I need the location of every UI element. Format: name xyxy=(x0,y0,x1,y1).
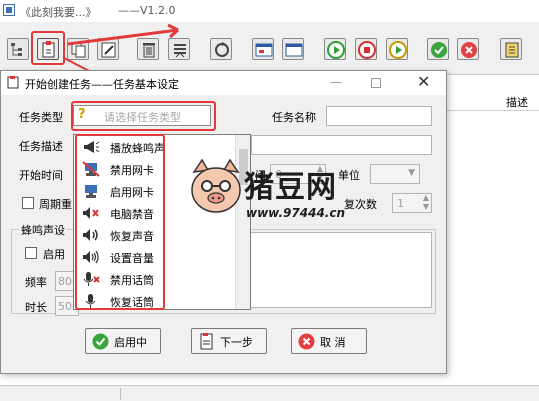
maximize-button[interactable] xyxy=(371,78,381,88)
task-type-label: 任务类型 xyxy=(19,111,63,124)
task-name-input[interactable] xyxy=(326,106,432,126)
beep-group-label: 蜂鸣声设 xyxy=(19,222,67,238)
pig-logo-icon xyxy=(191,158,241,213)
repeat-input[interactable]: 1 ▲ ▼ xyxy=(392,193,432,213)
close-button[interactable]: ✕ xyxy=(417,72,430,91)
grid-divider xyxy=(445,110,539,111)
task-type-select[interactable]: ? 请选择任务类型 xyxy=(73,105,211,126)
option-restore-sound[interactable]: 恢复声音 xyxy=(80,225,230,247)
option-disable-mic[interactable]: 禁用话筒 xyxy=(80,269,230,291)
question-icon: ? xyxy=(78,107,86,122)
unit-select[interactable]: ▼ xyxy=(370,164,420,184)
minimize-button[interactable]: — xyxy=(329,75,343,89)
status-bar xyxy=(0,385,539,401)
document-next-icon xyxy=(200,333,213,350)
task-name-label: 任务名称 xyxy=(272,111,316,124)
freq-label: 频率 xyxy=(25,276,47,289)
dialog-titlebar: 开始创建任务——任务基本设定 — ✕ xyxy=(1,71,446,95)
periodic-checkbox[interactable] xyxy=(22,197,34,209)
periodic-label: 周期重 xyxy=(39,198,72,211)
beep-enable-checkbox[interactable] xyxy=(25,247,37,259)
network-enabled-icon xyxy=(85,185,97,198)
next-button[interactable]: 下一步 xyxy=(191,328,267,354)
beep-text-area[interactable] xyxy=(237,232,432,308)
mic-disabled-icon xyxy=(83,272,100,286)
option-set-volume[interactable]: 设置音量 xyxy=(80,247,230,269)
chevron-down-icon: ▼ xyxy=(408,168,415,178)
repeat-spinner[interactable]: ▲ ▼ xyxy=(423,193,429,211)
cancel-circle-icon xyxy=(298,333,315,350)
dialog-title: 开始创建任务——任务基本设定 xyxy=(25,78,179,91)
duration-label: 时长 xyxy=(25,301,47,314)
cancel-button[interactable]: 取 消 xyxy=(291,328,367,354)
network-disabled-icon xyxy=(82,161,100,177)
option-restore-mic[interactable]: 恢复话筒 xyxy=(80,291,230,313)
repeat-value: 1 xyxy=(397,197,404,210)
mic-icon xyxy=(85,294,96,308)
check-circle-icon xyxy=(92,333,109,350)
volume-icon xyxy=(83,250,99,264)
status-separator xyxy=(120,388,121,400)
speaker-mute-icon xyxy=(83,207,99,219)
megaphone-icon xyxy=(84,141,100,153)
dialog-icon xyxy=(7,76,19,89)
task-desc-input[interactable] xyxy=(251,135,432,155)
option-play-beep[interactable]: 播放蜂鸣声 xyxy=(80,137,230,159)
watermark-text: 猪豆网 xyxy=(244,170,337,205)
speaker-icon xyxy=(83,229,98,241)
task-type-placeholder: 请选择任务类型 xyxy=(104,111,181,124)
watermark: 猪豆网 www.97444.cn xyxy=(186,158,356,228)
task-desc-label: 任务描述 xyxy=(19,140,63,153)
watermark-url: www.97444.cn xyxy=(246,206,346,220)
start-time-label: 开始时间 xyxy=(19,169,63,182)
beep-enable-label: 启用 xyxy=(43,248,65,261)
enabled-button[interactable]: 启用中 xyxy=(85,328,161,354)
